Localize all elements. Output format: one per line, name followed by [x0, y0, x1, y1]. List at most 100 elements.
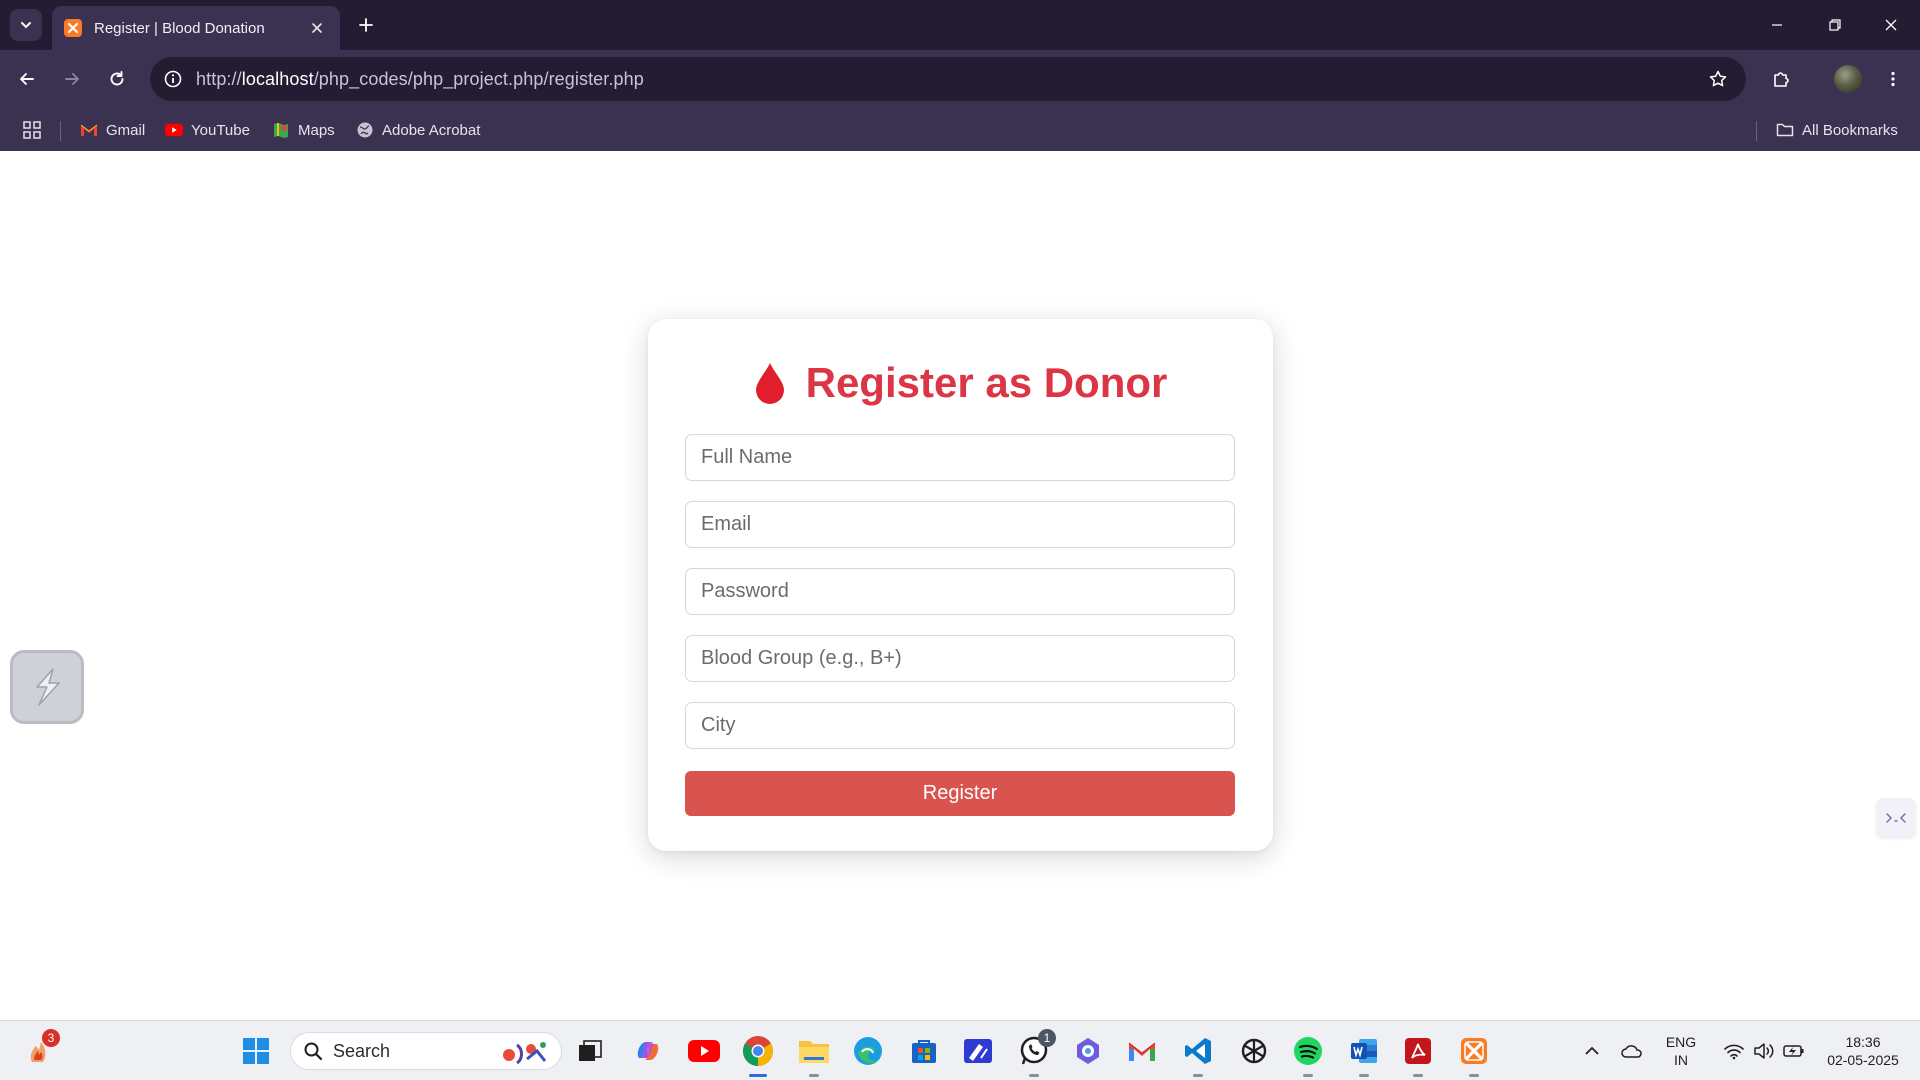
close-icon: [1885, 19, 1897, 31]
task-view-icon: [579, 1040, 602, 1061]
taskbar-search-box[interactable]: Search: [290, 1032, 562, 1070]
site-info-button[interactable]: [150, 69, 196, 89]
running-app-indicator: [809, 1074, 819, 1077]
url-text: http://localhost/php_codes/php_project.p…: [196, 69, 644, 90]
url-path: /php_codes/php_project.php/register.php: [313, 68, 644, 89]
taskbar-xampp[interactable]: [1456, 1033, 1492, 1077]
chevron-down-icon: [21, 22, 31, 29]
taskbar-vscode[interactable]: [1180, 1033, 1216, 1077]
reload-button[interactable]: [100, 62, 134, 96]
password-input[interactable]: [685, 568, 1235, 615]
taskbar-word[interactable]: [1346, 1033, 1382, 1077]
new-tab-button[interactable]: [352, 11, 380, 39]
arrow-right-icon: [65, 73, 79, 85]
bookmark-maps[interactable]: Maps: [272, 119, 335, 141]
taskbar-search-label: Search: [333, 1040, 391, 1061]
profile-avatar[interactable]: [1834, 65, 1862, 93]
taskbar-chrome[interactable]: [740, 1033, 776, 1077]
running-app-indicator: [1359, 1074, 1369, 1077]
apps-grid-icon: [23, 121, 41, 139]
maps-icon: [272, 121, 290, 139]
taskbar-acrobat[interactable]: [1400, 1033, 1436, 1077]
more-vertical-icon: [1891, 71, 1895, 87]
bookmarks-divider: [1756, 121, 1757, 141]
folder-icon: [799, 1041, 829, 1063]
info-icon: [164, 70, 182, 88]
start-button[interactable]: [238, 1033, 274, 1069]
taskbar-copilot[interactable]: [630, 1033, 666, 1069]
taskbar-youtube[interactable]: [686, 1033, 722, 1069]
taskbar-microsoft-store[interactable]: [906, 1033, 942, 1069]
address-bar[interactable]: http://localhost/php_codes/php_project.p…: [150, 57, 1746, 101]
clock-time: 18:36: [1845, 1034, 1881, 1050]
taskbar-edge[interactable]: [850, 1033, 886, 1069]
taskbar-chatgpt[interactable]: [1236, 1033, 1272, 1069]
all-bookmarks-button[interactable]: All Bookmarks: [1776, 119, 1898, 141]
onedrive-button[interactable]: [1614, 1033, 1650, 1069]
chevron-up-icon: [1585, 1046, 1599, 1055]
bookmarks-divider: [60, 121, 61, 141]
running-app-indicator: [1413, 1074, 1423, 1077]
language-indicator[interactable]: ENG IN: [1656, 1033, 1706, 1069]
acrobat-icon: [1405, 1038, 1431, 1064]
bookmark-youtube[interactable]: YouTube: [165, 119, 250, 141]
browser-menu-button[interactable]: [1876, 62, 1910, 96]
restore-icon: [1829, 19, 1841, 31]
floating-assistant-widget[interactable]: [10, 650, 84, 724]
taskbar-file-explorer[interactable]: [796, 1033, 832, 1077]
bookmark-adobe-acrobat[interactable]: Adobe Acrobat: [356, 119, 480, 141]
apps-button[interactable]: [22, 119, 42, 141]
pen-app-icon: [964, 1039, 992, 1063]
collapse-arrows-icon: [1886, 813, 1906, 823]
active-app-indicator: [749, 1074, 767, 1077]
taskbar-spotify[interactable]: [1290, 1033, 1326, 1077]
wifi-icon: [1724, 1044, 1744, 1060]
window-close-button[interactable]: [1862, 0, 1920, 50]
task-view-button[interactable]: [572, 1033, 608, 1069]
taskbar-copilot-app[interactable]: [1070, 1033, 1106, 1069]
register-button[interactable]: Register: [685, 771, 1235, 816]
restore-button[interactable]: [1806, 0, 1864, 50]
page-title-text: Register as Donor: [805, 359, 1168, 406]
store-icon: [912, 1040, 936, 1063]
copilot-icon: [637, 1042, 659, 1060]
clock-date: 02-05-2025: [1827, 1052, 1899, 1068]
register-card: Register as Donor Register: [648, 319, 1273, 851]
windows-taskbar: 3 Search 1 ENG IN 18:36 02-05-2025: [0, 1020, 1920, 1080]
widgets-button[interactable]: 3: [20, 1029, 60, 1069]
taskbar-editor-app[interactable]: [960, 1033, 996, 1069]
taskbar-whatsapp[interactable]: 1: [1016, 1029, 1056, 1077]
side-panel-toggle[interactable]: [1876, 798, 1916, 838]
running-app-indicator: [1303, 1074, 1313, 1077]
search-highlight-icon: [503, 1042, 547, 1065]
chatgpt-icon: [1241, 1038, 1267, 1064]
forward-button[interactable]: [55, 62, 89, 96]
full-name-input[interactable]: [685, 434, 1235, 481]
chrome-icon: [742, 1036, 774, 1066]
cloud-icon: [1621, 1045, 1642, 1058]
city-input[interactable]: [685, 702, 1235, 749]
extensions-button[interactable]: [1764, 62, 1798, 96]
quick-settings-button[interactable]: [1714, 1033, 1814, 1069]
blood-group-input[interactable]: [685, 635, 1235, 682]
xampp-favicon-icon: [64, 19, 82, 37]
arrow-left-icon: [20, 73, 34, 85]
windows-logo-icon: [243, 1038, 269, 1064]
show-hidden-icons-button[interactable]: [1574, 1033, 1610, 1069]
minimize-button[interactable]: [1748, 0, 1806, 50]
back-button[interactable]: [10, 62, 44, 96]
taskbar-gmail[interactable]: [1124, 1033, 1160, 1069]
widgets-badge: 3: [42, 1029, 60, 1047]
lightning-bolt-icon: [36, 668, 60, 706]
bookmark-star-button[interactable]: [1706, 67, 1730, 91]
url-prefix: http://: [196, 68, 242, 89]
clock[interactable]: 18:36 02-05-2025: [1816, 1033, 1910, 1069]
bookmark-gmail[interactable]: Gmail: [80, 119, 145, 141]
all-bookmarks-label: All Bookmarks: [1802, 121, 1898, 139]
email-input[interactable]: [685, 501, 1235, 548]
language-region: IN: [1674, 1052, 1688, 1068]
bookmark-label: Adobe Acrobat: [382, 121, 481, 139]
tab-close-button[interactable]: [306, 17, 328, 39]
tab-search-button[interactable]: [10, 9, 42, 41]
browser-tab-active[interactable]: Register | Blood Donation: [52, 6, 340, 50]
